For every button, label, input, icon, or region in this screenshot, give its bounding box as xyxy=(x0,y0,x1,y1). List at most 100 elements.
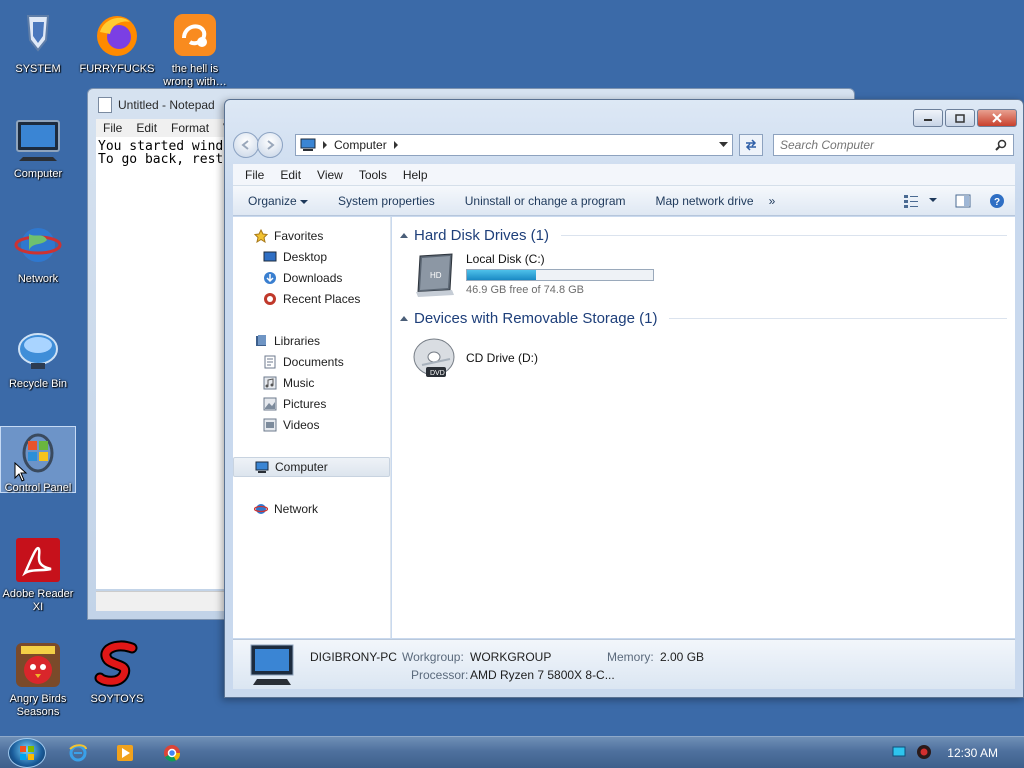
desktop-icon-label: Network xyxy=(17,273,59,285)
group-divider xyxy=(561,235,1007,236)
desktop-icon-system[interactable]: SYSTEM xyxy=(0,8,76,76)
breadcrumb-arrow-icon[interactable] xyxy=(393,141,399,149)
view-options-icon xyxy=(904,194,918,208)
network-small-icon xyxy=(254,504,268,514)
computer-name: DIGIBRONY-PC xyxy=(310,650,397,664)
desktop-icon-soytoys[interactable]: SOYTOYS xyxy=(79,638,155,706)
explorer-window[interactable]: Computer File Edit View Tools Help Organ… xyxy=(224,99,1024,698)
group-header-removable[interactable]: Devices with Removable Storage (1) xyxy=(400,310,1007,327)
notepad-menu-file[interactable]: File xyxy=(103,121,122,135)
music-icon xyxy=(263,376,277,390)
nav-label: Desktop xyxy=(283,250,328,264)
system-icon xyxy=(26,15,50,52)
uninstall-program-button[interactable]: Uninstall or change a program xyxy=(450,194,641,208)
desktop-icon-control-panel[interactable]: Control Panel xyxy=(0,426,76,494)
group-title: Devices with Removable Storage (1) xyxy=(414,310,658,327)
menu-file[interactable]: File xyxy=(237,168,272,182)
notepad-menu-format[interactable]: Format xyxy=(171,121,209,135)
internet-explorer-icon[interactable] xyxy=(68,743,88,763)
back-button[interactable] xyxy=(233,132,259,158)
desktop-icon-label: Control Panel xyxy=(4,482,72,494)
nav-downloads[interactable]: Downloads xyxy=(233,268,390,288)
nav-label: Documents xyxy=(283,355,344,369)
desktop-icon-label: Adobe Reader XI xyxy=(2,588,74,613)
notepad-title: Untitled - Notepad xyxy=(118,98,215,112)
menu-view[interactable]: View xyxy=(309,168,351,182)
group-title: Hard Disk Drives (1) xyxy=(414,227,550,244)
menu-tools[interactable]: Tools xyxy=(351,168,395,182)
search-icon[interactable] xyxy=(995,139,1007,151)
nav-libraries[interactable]: Libraries xyxy=(233,331,390,351)
nav-label: Videos xyxy=(283,418,320,432)
desktop-icon-recycle-bin[interactable]: Recycle Bin xyxy=(0,323,76,391)
change-view-button[interactable] xyxy=(903,194,937,208)
nav-desktop[interactable]: Desktop xyxy=(233,247,390,267)
nav-videos[interactable]: Videos xyxy=(233,415,390,435)
desktop-icon-uc-browser[interactable]: the hell is wrong with… xyxy=(157,8,233,89)
preview-pane-icon[interactable] xyxy=(955,194,971,208)
organize-button[interactable]: Organize xyxy=(233,194,323,208)
group-divider xyxy=(669,318,1007,319)
refresh-button[interactable] xyxy=(739,134,763,156)
maximize-button[interactable] xyxy=(945,109,975,127)
forward-button[interactable] xyxy=(257,132,283,158)
map-network-drive-button[interactable]: Map network drive xyxy=(641,194,769,208)
media-player-icon[interactable] xyxy=(115,743,135,763)
window-controls xyxy=(913,109,1017,127)
nav-recent-places[interactable]: Recent Places xyxy=(233,289,390,309)
notepad-menu-edit[interactable]: Edit xyxy=(136,121,157,135)
nav-network[interactable]: Network xyxy=(233,499,390,519)
start-button[interactable] xyxy=(8,738,46,768)
desktop-icon-furryfucks[interactable]: FURRYFUCKS xyxy=(79,8,155,76)
uc-browser-icon xyxy=(174,14,216,56)
system-properties-button[interactable]: System properties xyxy=(323,194,450,208)
nav-music[interactable]: Music xyxy=(233,373,390,393)
close-icon xyxy=(992,113,1002,123)
navigation-pane: Favorites Desktop Downloads Recent Place… xyxy=(233,217,391,638)
search-input[interactable] xyxy=(780,138,995,152)
nav-label: Music xyxy=(283,376,315,390)
desktop-icon-computer[interactable]: Computer xyxy=(0,113,76,181)
minimize-button[interactable] xyxy=(913,109,943,127)
chrome-icon[interactable] xyxy=(162,743,182,763)
svg-text:DVD: DVD xyxy=(430,370,445,377)
windows-logo-icon xyxy=(20,746,34,760)
desktop-icon-angry-birds[interactable]: Angry Birds Seasons xyxy=(0,638,76,719)
menu-help[interactable]: Help xyxy=(395,168,436,182)
disk-usage-fill xyxy=(467,270,537,280)
workgroup-value: WORKGROUP xyxy=(470,650,552,664)
nav-label: Downloads xyxy=(283,271,343,285)
desktop-icon-label: SYSTEM xyxy=(15,63,61,75)
chevron-down-icon[interactable] xyxy=(719,142,728,148)
back-arrow-icon xyxy=(241,140,249,150)
group-header-hard-disks[interactable]: Hard Disk Drives (1) xyxy=(400,227,1007,244)
nav-pictures[interactable]: Pictures xyxy=(233,394,390,414)
system-clock[interactable]: 12:30 AM xyxy=(947,746,998,760)
pictures-icon xyxy=(263,397,277,411)
nav-favorites[interactable]: Favorites xyxy=(233,226,390,246)
libraries-icon xyxy=(256,335,266,346)
nav-computer[interactable]: Computer xyxy=(233,457,390,477)
refresh-icon xyxy=(745,139,757,151)
tray-volume-icon[interactable] xyxy=(916,744,932,760)
menu-edit[interactable]: Edit xyxy=(272,168,309,182)
hard-disk-icon: HD xyxy=(416,253,454,297)
help-icon[interactable]: ? xyxy=(989,193,1005,209)
search-box[interactable] xyxy=(773,134,1014,156)
drive-name: Local Disk (C:) xyxy=(466,252,545,266)
drive-cd-d[interactable]: DVD CD Drive (D:) xyxy=(412,335,538,381)
desktop-icon-adobe-reader[interactable]: Adobe Reader XI xyxy=(0,533,76,614)
nav-documents[interactable]: Documents xyxy=(233,352,390,372)
more-commands-button[interactable]: » xyxy=(769,194,791,208)
notepad-title-bar[interactable]: Untitled - Notepad xyxy=(98,97,215,113)
mouse-cursor-icon xyxy=(14,462,28,482)
breadcrumb-arrow-icon[interactable] xyxy=(322,141,328,149)
desktop-icon-label: Angry Birds Seasons xyxy=(9,693,67,718)
address-bar[interactable]: Computer xyxy=(295,134,733,156)
desktop-icon-network[interactable]: Network xyxy=(0,218,76,286)
drive-local-disk-c[interactable]: HD Local Disk (C:) 46.9 GB free of 74.8 … xyxy=(412,252,654,298)
forward-arrow-icon xyxy=(267,140,275,150)
tray-display-icon[interactable] xyxy=(892,746,906,758)
close-button[interactable] xyxy=(977,109,1017,127)
breadcrumb-computer[interactable]: Computer xyxy=(334,138,387,152)
